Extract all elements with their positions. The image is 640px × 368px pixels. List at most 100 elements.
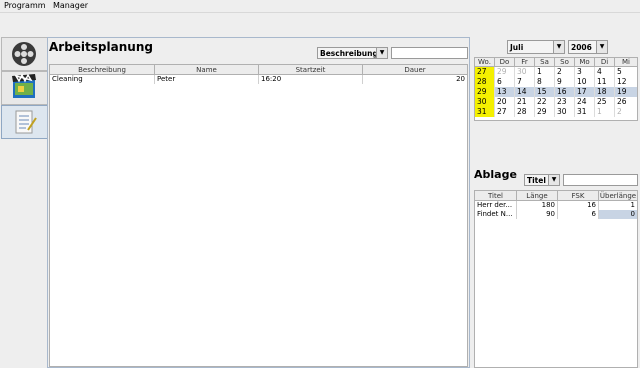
calendar-day[interactable]: 26 <box>615 97 637 107</box>
cell-laenge: 180 <box>517 201 558 210</box>
calendar-day[interactable]: 25 <box>595 97 615 107</box>
calendar-day[interactable]: 2 <box>615 107 637 117</box>
calendar-day[interactable]: 1 <box>595 107 615 117</box>
month-select-value: Juli <box>510 43 524 52</box>
calendar-header: Wo. Do Fr Sa So Mo Di Mi <box>475 58 637 67</box>
calendar-header-cell: So <box>555 58 575 67</box>
calendar-day[interactable]: 24 <box>575 97 595 107</box>
calendar-day[interactable]: 20 <box>495 97 515 107</box>
cell-beschreibung: Cleaning <box>50 75 155 84</box>
calendar-day[interactable]: 19 <box>615 87 637 97</box>
week-number: 27 <box>475 67 495 77</box>
clapperboard-icon <box>12 73 36 98</box>
calendar-day[interactable]: 31 <box>575 107 595 117</box>
cell-laenge: 90 <box>517 210 558 219</box>
calendar-day[interactable]: 29 <box>495 67 515 77</box>
ablage-search-input[interactable] <box>563 174 638 186</box>
calendar-header-cell: Wo. <box>475 58 495 67</box>
calendar-day[interactable]: 27 <box>495 107 515 117</box>
cell-startzeit: 16:20 <box>259 75 363 84</box>
calendar-day[interactable]: 15 <box>535 87 555 97</box>
chevron-down-icon: ▼ <box>548 175 559 185</box>
calendar-day[interactable]: 18 <box>595 87 615 97</box>
calendar-header-cell: Fr <box>515 58 535 67</box>
table-row[interactable]: Cleaning Peter 16:20 20 <box>50 75 467 84</box>
arbeitsplanung-filter-select[interactable]: Beschreibung ▼ <box>317 47 388 59</box>
calendar-day[interactable]: 13 <box>495 87 515 97</box>
week-number: 29 <box>475 87 495 97</box>
chevron-down-icon: ▼ <box>596 41 607 53</box>
menu-manager[interactable]: Manager <box>53 1 88 10</box>
arbeitsplanung-search-input[interactable] <box>391 47 468 59</box>
table-header: Beschreibung Name Startzeit Dauer <box>50 65 467 75</box>
sidebar-button-clapper[interactable] <box>1 71 48 105</box>
calendar-grid: Wo. Do Fr Sa So Mo Di Mi 27 29 30 1 2 3 4 5 28 6 7… <box>474 57 638 121</box>
menu-programm[interactable]: Programm <box>4 1 46 10</box>
filter-select-value: Beschreibung <box>320 49 378 58</box>
table-header: Titel Länge FSK Überlänge <box>475 191 637 201</box>
calendar-day[interactable]: 8 <box>535 77 555 87</box>
cell-titel: Findet N... <box>475 210 517 219</box>
calendar-day[interactable]: 14 <box>515 87 535 97</box>
cell-titel: Herr der... <box>475 201 517 210</box>
notepad-icon <box>15 110 37 134</box>
month-select[interactable]: Juli ▼ <box>507 40 565 54</box>
table-row[interactable]: Herr der... 180 16 1 <box>475 201 637 210</box>
ablage-title: Ablage <box>474 168 517 181</box>
calendar-day[interactable]: 29 <box>535 107 555 117</box>
calendar-day[interactable]: 10 <box>575 77 595 87</box>
arbeitsplanung-title: Arbeitsplanung <box>49 40 153 54</box>
calendar-day[interactable]: 5 <box>615 67 637 77</box>
sidebar-button-notes[interactable] <box>1 105 48 139</box>
ablage-table: Titel Länge FSK Überlänge Herr der... 18… <box>474 190 638 368</box>
calendar-day[interactable]: 2 <box>555 67 575 77</box>
sidebar-button-film[interactable] <box>1 37 48 71</box>
cell-fsk: 6 <box>558 210 599 219</box>
year-select[interactable]: 2006 ▼ <box>568 40 608 54</box>
arbeitsplanung-table: Beschreibung Name Startzeit Dauer Cleani… <box>49 64 468 367</box>
menu-separator <box>0 12 640 13</box>
column-header[interactable]: FSK <box>558 191 599 201</box>
calendar-header-cell: Do <box>495 58 515 67</box>
week-number: 28 <box>475 77 495 87</box>
calendar-day[interactable]: 12 <box>615 77 637 87</box>
cell-ueberlaenge: 0 <box>599 210 637 219</box>
calendar-day[interactable]: 6 <box>495 77 515 87</box>
calendar-header-cell: Di <box>595 58 615 67</box>
column-header[interactable]: Dauer <box>363 65 467 75</box>
cell-ueberlaenge: 1 <box>630 201 635 209</box>
calendar-day[interactable]: 17 <box>575 87 595 97</box>
menu-bar: Programm Manager <box>0 0 640 12</box>
calendar-header-cell: Mo <box>575 58 595 67</box>
calendar-day[interactable]: 30 <box>555 107 575 117</box>
week-number: 31 <box>475 107 495 117</box>
calendar-day[interactable]: 28 <box>515 107 535 117</box>
calendar-header-cell: Mi <box>622 58 630 66</box>
chevron-down-icon: ▼ <box>553 41 564 53</box>
calendar-day[interactable]: 7 <box>515 77 535 87</box>
cell-dauer: 20 <box>456 75 465 83</box>
calendar-day[interactable]: 30 <box>515 67 535 77</box>
calendar-header-cell: Sa <box>535 58 555 67</box>
calendar-day[interactable]: 1 <box>535 67 555 77</box>
year-select-value: 2006 <box>571 43 592 52</box>
calendar-day[interactable]: 23 <box>555 97 575 107</box>
calendar-day[interactable]: 4 <box>595 67 615 77</box>
column-header[interactable]: Startzeit <box>259 65 363 75</box>
filter-select-value: Titel <box>527 176 546 185</box>
calendar-day[interactable]: 9 <box>555 77 575 87</box>
column-header[interactable]: Titel <box>475 191 517 201</box>
column-header[interactable]: Name <box>155 65 259 75</box>
calendar-day[interactable]: 21 <box>515 97 535 107</box>
calendar-day[interactable]: 16 <box>555 87 575 97</box>
ablage-filter-select[interactable]: Titel ▼ <box>524 174 560 186</box>
column-header[interactable]: Überlänge <box>599 191 637 201</box>
table-row[interactable]: Findet N... 90 6 0 <box>475 210 637 219</box>
cell-name: Peter <box>155 75 259 84</box>
calendar-day[interactable]: 22 <box>535 97 555 107</box>
column-header[interactable]: Länge <box>517 191 558 201</box>
calendar-day[interactable]: 11 <box>595 77 615 87</box>
column-header[interactable]: Beschreibung <box>50 65 155 75</box>
cell-fsk: 16 <box>558 201 599 210</box>
calendar-day[interactable]: 3 <box>575 67 595 77</box>
